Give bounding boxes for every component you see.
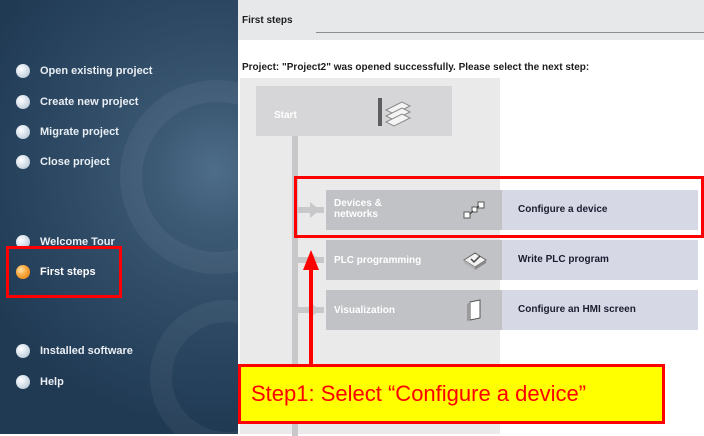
bullet-icon [16,95,30,109]
bullet-icon [16,64,30,78]
status-message: Project: "Project2" was opened successfu… [242,62,590,73]
sidebar-item-label: Close project [40,156,110,168]
bullet-icon [16,375,30,389]
annotation-arrow-icon [303,250,319,270]
step-label: Visualization [334,305,395,316]
sidebar-item-label: Installed software [40,345,133,357]
portal-sidebar: Open existing project Create new project… [0,0,238,434]
step-plc-programming[interactable]: PLC programming [326,240,502,280]
action-label: Write PLC program [518,254,609,265]
gear-watermark [150,300,238,434]
title-divider [316,32,704,33]
step-visualization[interactable]: Visualization [326,290,502,330]
sidebar-item-installed-software[interactable]: Installed software [16,342,133,360]
configure-hmi-screen-button[interactable]: Configure an HMI screen [502,290,698,330]
step-label: PLC programming [334,255,422,266]
callout-text: Step1: Select “Configure a device” [251,381,587,406]
sidebar-item-label: Help [40,376,64,388]
start-label: Start [274,110,297,121]
start-node: Start [256,86,452,136]
page-title: First steps [242,15,293,26]
bullet-icon [16,344,30,358]
start-stairs-icon [378,98,412,127]
visualization-icon [467,299,481,321]
write-plc-program-button[interactable]: Write PLC program [502,240,698,280]
bullet-icon [16,155,30,169]
sidebar-item-open-existing-project[interactable]: Open existing project [16,62,152,80]
action-label: Configure an HMI screen [518,304,636,315]
bullet-icon [16,125,30,139]
instruction-callout: Step1: Select “Configure a device” [238,364,665,424]
header-bar: First steps [238,0,704,40]
highlight-first-steps [6,246,122,298]
highlight-configure-device [294,176,704,238]
sidebar-item-close-project[interactable]: Close project [16,153,110,171]
sidebar-item-help[interactable]: Help [16,373,64,391]
plc-programming-icon [463,252,487,270]
sidebar-item-label: Open existing project [40,65,153,77]
sidebar-item-label: Migrate project [40,126,119,138]
annotation-arrow-line [309,268,313,364]
sidebar-item-migrate-project[interactable]: Migrate project [16,123,119,141]
sidebar-item-label: Create new project [40,96,139,108]
sidebar-item-create-new-project[interactable]: Create new project [16,93,138,111]
